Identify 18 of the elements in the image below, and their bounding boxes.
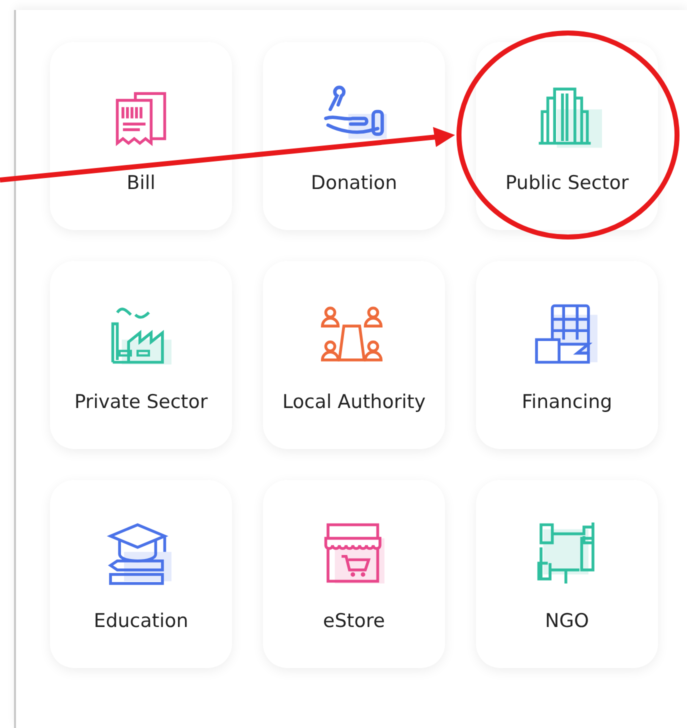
category-tile[interactable]: Donation <box>263 42 445 230</box>
category-tile[interactable]: eStore <box>263 480 445 668</box>
category-label: eStore <box>323 610 385 632</box>
category-tile[interactable]: Financing <box>476 261 658 449</box>
category-label: Public Sector <box>505 172 629 194</box>
category-label: Financing <box>522 391 612 413</box>
category-tile[interactable]: Public Sector <box>476 42 658 230</box>
category-label: Education <box>94 610 188 632</box>
category-label: NGO <box>545 610 589 632</box>
category-label: Private Sector <box>74 391 208 413</box>
category-label: Local Authority <box>282 391 426 413</box>
category-label: Donation <box>310 172 398 194</box>
category-label: Bill <box>126 172 156 194</box>
category-tile[interactable]: Local Authority <box>263 261 445 449</box>
category-tile[interactable]: Education <box>50 480 232 668</box>
category-tile[interactable]: Private Sector <box>50 261 232 449</box>
category-tile[interactable]: Bill <box>50 42 232 230</box>
category-tile[interactable]: NGO <box>476 480 658 668</box>
